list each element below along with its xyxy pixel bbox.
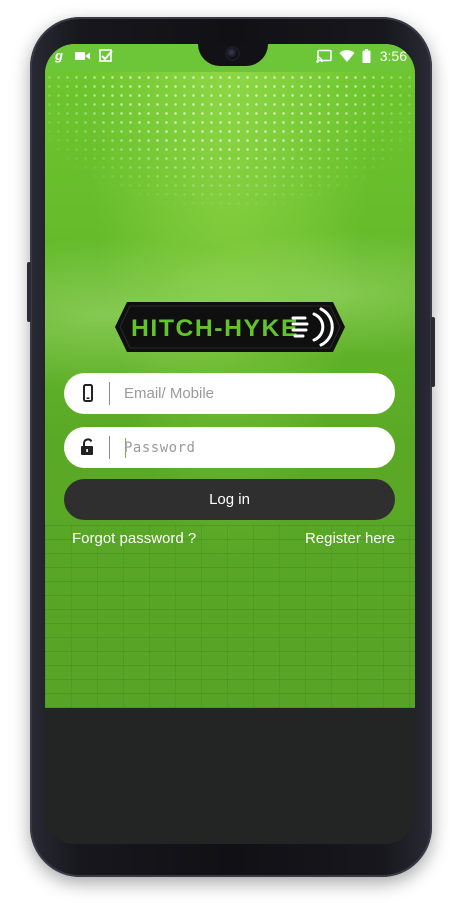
wifi-icon bbox=[339, 49, 355, 63]
screen: g 3:56 HITCH-HYKE Email/ Mobile Log in F… bbox=[45, 44, 415, 844]
register-link[interactable]: Register here bbox=[305, 530, 395, 547]
unlock-icon bbox=[79, 438, 97, 457]
field-divider bbox=[109, 382, 110, 405]
login-screen: g 3:56 HITCH-HYKE Email/ Mobile Log in F… bbox=[45, 44, 415, 708]
email-field[interactable] bbox=[64, 373, 395, 414]
checkbox-icon bbox=[99, 49, 113, 63]
front-camera bbox=[227, 48, 238, 59]
status-bar: g 3:56 bbox=[45, 44, 415, 72]
mobile-phone-icon bbox=[79, 384, 97, 403]
field-divider bbox=[109, 436, 110, 459]
password-input[interactable] bbox=[124, 427, 384, 468]
camera-notch bbox=[198, 44, 268, 66]
forgot-password-link[interactable]: Forgot password ? bbox=[72, 530, 196, 547]
g-app-icon: g bbox=[55, 48, 63, 63]
bottom-empty-area bbox=[45, 708, 415, 844]
power-button bbox=[431, 317, 435, 387]
email-input[interactable] bbox=[124, 373, 384, 414]
dot-pattern-background bbox=[45, 64, 415, 214]
password-field[interactable] bbox=[64, 427, 395, 468]
logo-wordmark: HITCH-HYKE bbox=[131, 315, 299, 342]
cobblestone-background bbox=[45, 524, 415, 708]
background-photo bbox=[45, 194, 415, 394]
cast-icon bbox=[315, 49, 332, 63]
login-button[interactable]: Log in bbox=[64, 479, 395, 520]
volume-button bbox=[27, 262, 31, 322]
video-camera-icon bbox=[75, 49, 90, 63]
status-time: 3:56 bbox=[379, 48, 407, 64]
battery-icon bbox=[362, 49, 371, 63]
hitch-hyke-logo: HITCH-HYKE bbox=[115, 300, 345, 354]
